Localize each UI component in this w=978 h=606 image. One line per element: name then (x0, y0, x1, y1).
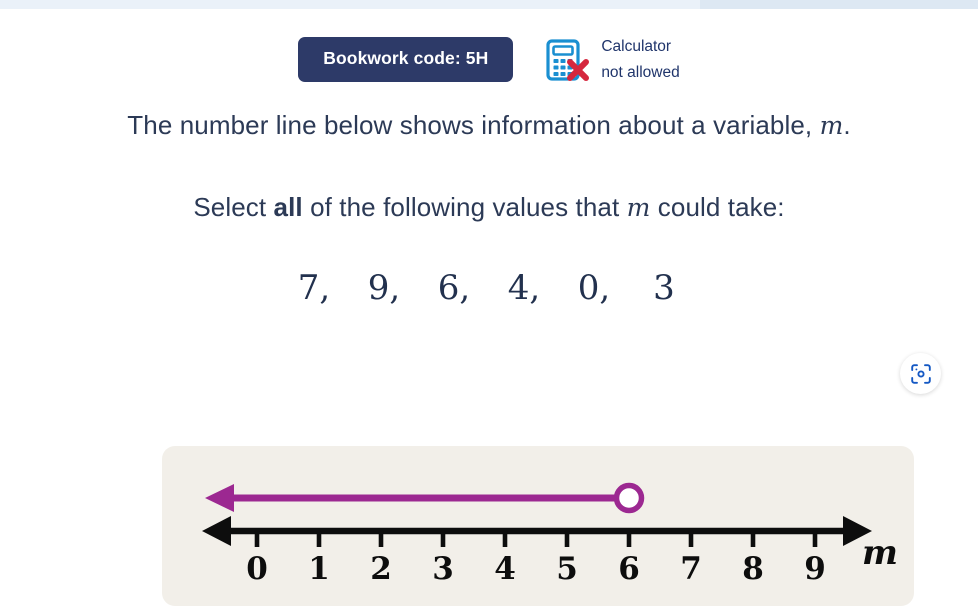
question-line-2-emphasis: all (273, 192, 303, 222)
answer-value-option[interactable]: 0, (559, 268, 629, 308)
question-line-1-period: . (843, 110, 851, 140)
calculator-status-text: Calculator not allowed (601, 34, 679, 85)
axis-tick-label: 2 (370, 551, 392, 587)
answer-value-option[interactable]: 9, (349, 268, 419, 308)
answer-values-row: 7, 9, 6, 4, 0, 3 (0, 268, 978, 308)
number-line-panel: 0 1 2 3 4 5 6 7 8 9 m (162, 446, 914, 606)
top-decorative-strip (0, 0, 978, 9)
axis-tick-label: 7 (680, 551, 702, 587)
top-strip-left-segment (0, 0, 700, 9)
open-endpoint-circle (613, 482, 645, 514)
question-line-1-variable: m (819, 111, 844, 140)
answer-value-option[interactable]: 7, (279, 268, 349, 308)
question-line-2-prefix: Select (193, 192, 267, 222)
axis-tick-label: 6 (618, 551, 640, 587)
question-line-2: Select all of the following values that … (0, 192, 978, 223)
axis-tick-label: 5 (556, 551, 578, 587)
inequality-ray (205, 482, 645, 514)
question-line-1: The number line below shows information … (0, 110, 978, 141)
answer-value-option[interactable]: 4, (489, 268, 559, 308)
calculator-not-allowed-icon (543, 37, 591, 83)
calculator-status-group: Calculator not allowed (543, 34, 680, 85)
axis-tick-label: 9 (804, 551, 826, 587)
question-line-2-variable: m (626, 193, 651, 222)
calculator-status-line2: not allowed (601, 63, 680, 81)
axis-variable-label: m (862, 533, 898, 573)
axis-tick-label: 3 (432, 551, 454, 587)
scan-camera-icon (910, 363, 931, 384)
answer-value-option[interactable]: 3 (629, 268, 699, 308)
top-strip-right-segment (700, 0, 978, 9)
number-line-axis: 0 1 2 3 4 5 6 7 8 9 m (202, 516, 898, 587)
question-line-2-suffix: could take: (657, 192, 785, 222)
axis-tick-label: 8 (742, 551, 764, 587)
axis-tick-label: 0 (246, 551, 268, 587)
scan-camera-button[interactable] (900, 353, 941, 394)
question-line-2-middle: of the following values that (310, 192, 620, 222)
axis-tick-label: 4 (494, 551, 516, 587)
bookwork-code-badge[interactable]: Bookwork code: 5H (298, 37, 514, 82)
axis-tick-label: 1 (308, 551, 330, 587)
answer-value-option[interactable]: 6, (419, 268, 489, 308)
header-row: Bookwork code: 5H Calculator not allowed (0, 34, 978, 85)
question-line-1-text: The number line below shows information … (127, 110, 813, 140)
calculator-status-line1: Calculator (601, 38, 672, 55)
number-line-graphic: 0 1 2 3 4 5 6 7 8 9 m (202, 482, 898, 587)
